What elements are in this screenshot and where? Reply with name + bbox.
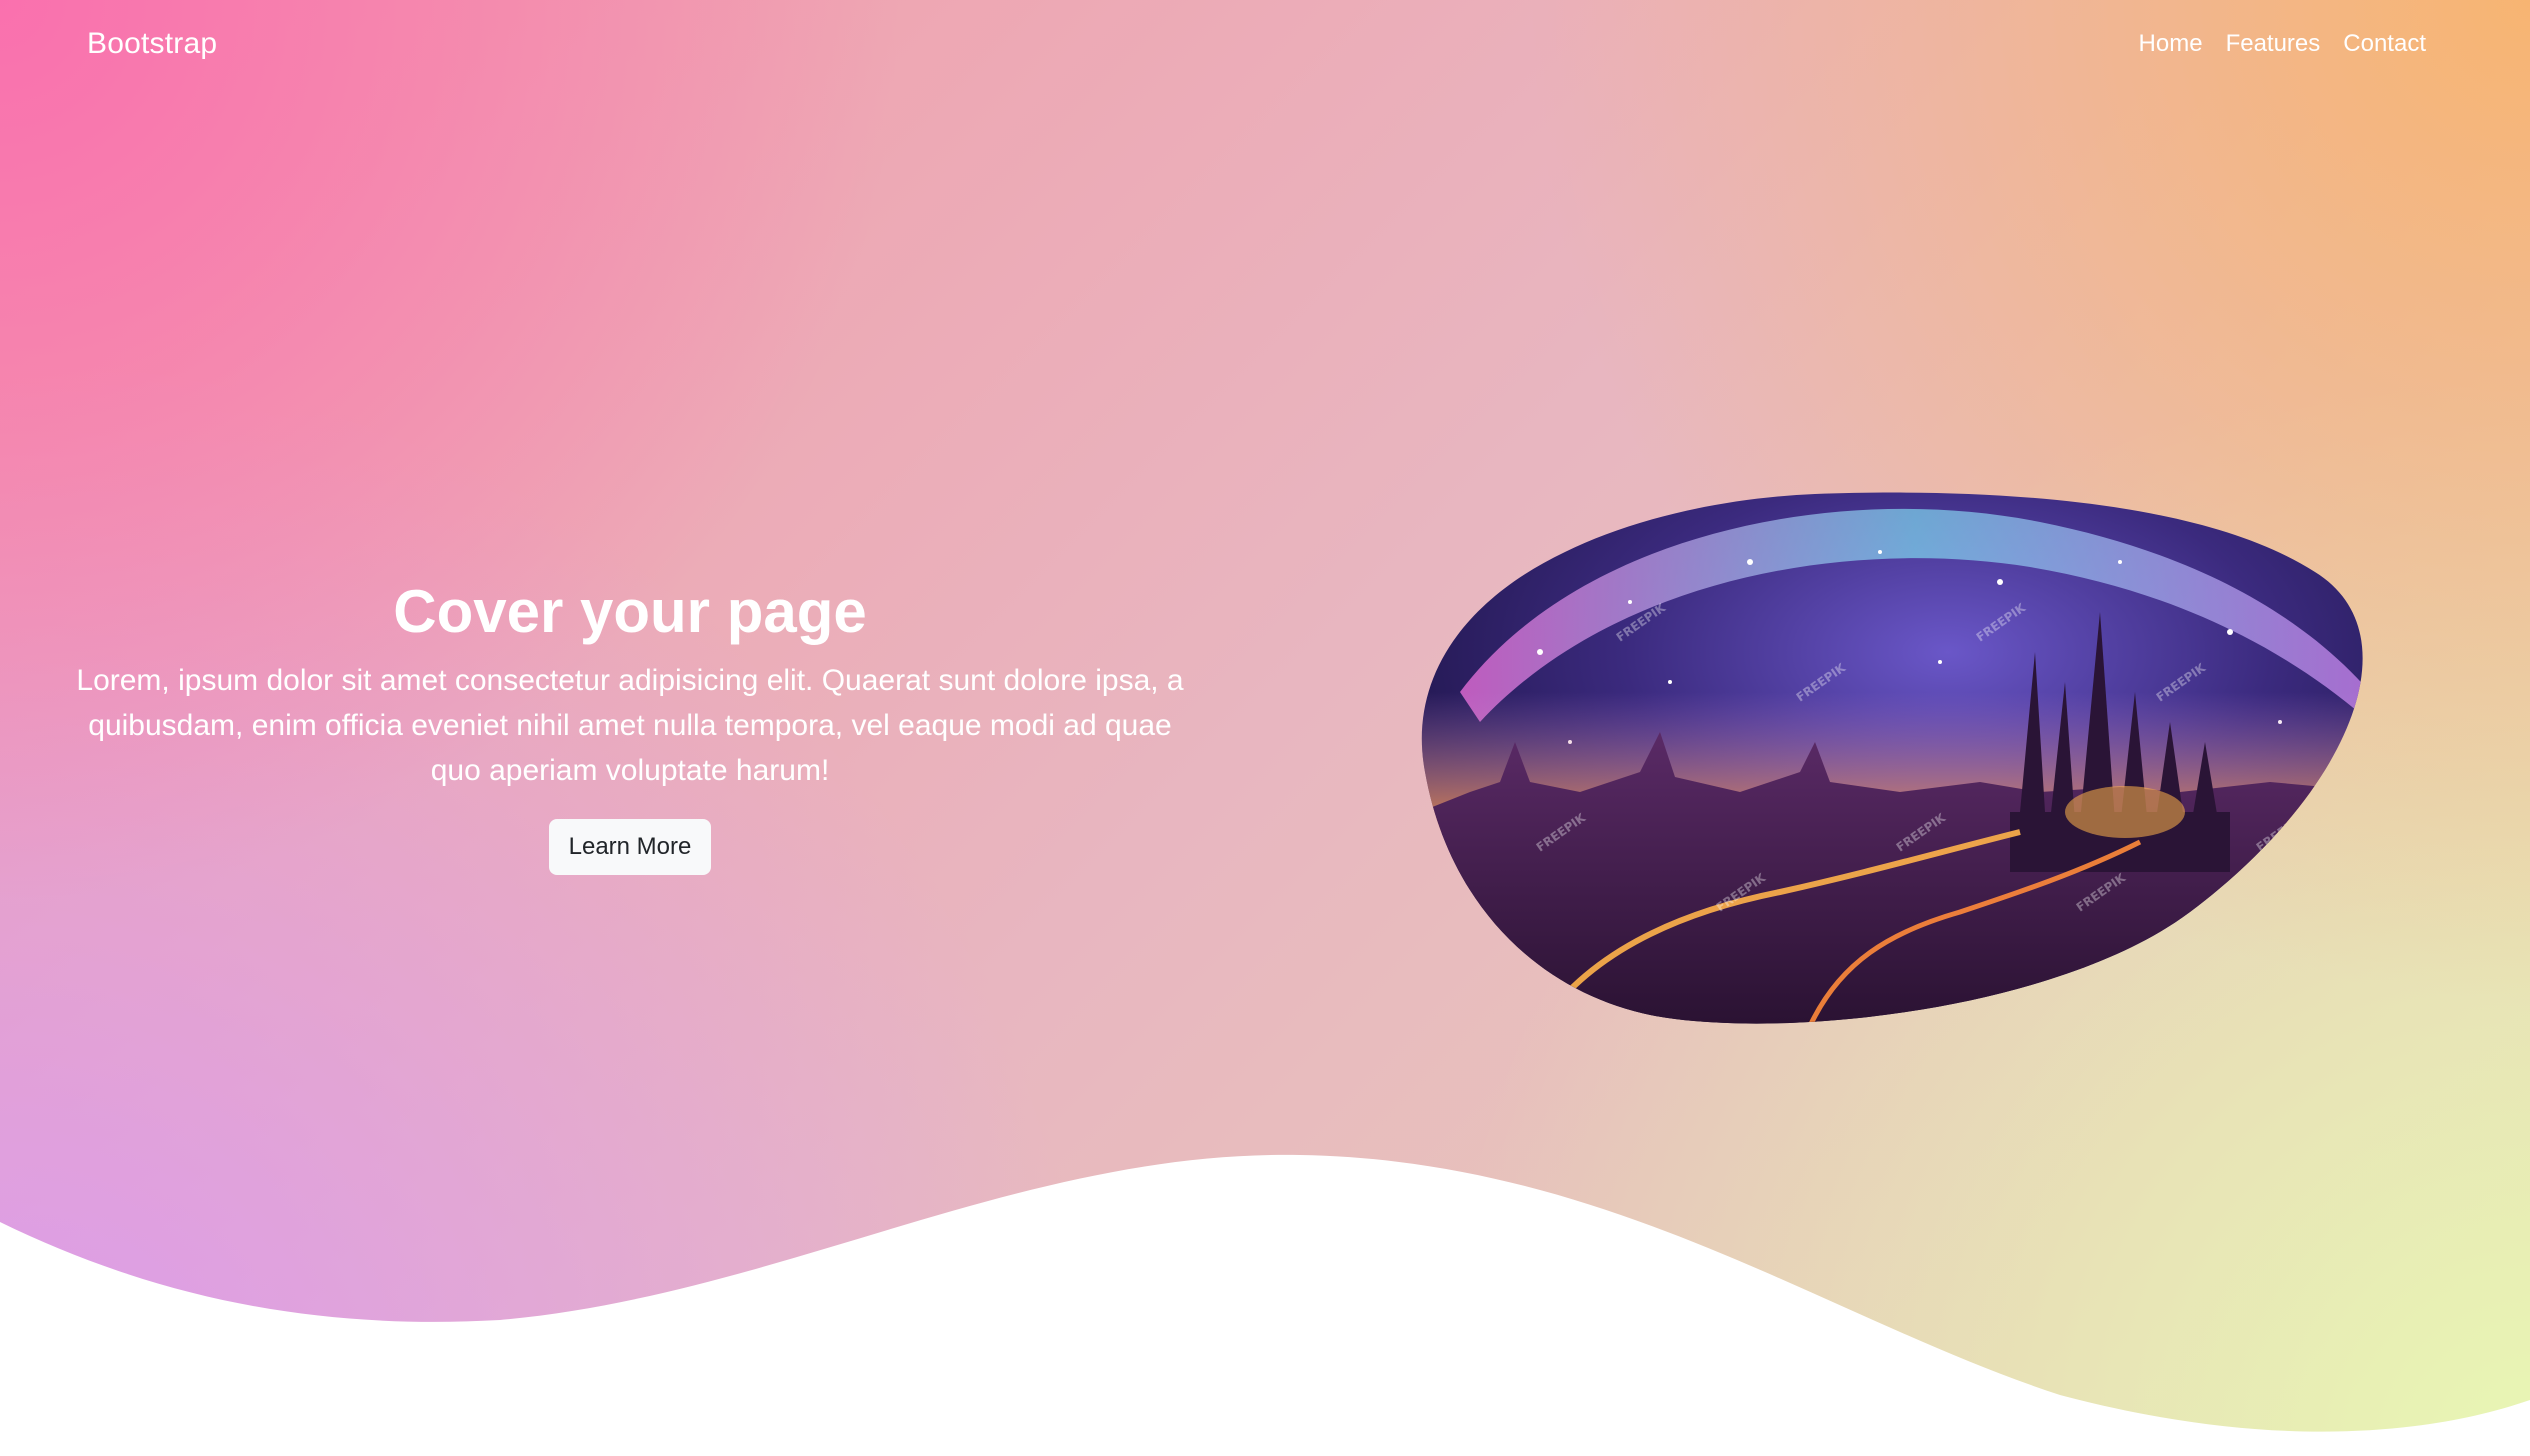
hero-text: Lorem, ipsum dolor sit amet consectetur … xyxy=(76,664,1184,787)
nav-link-home[interactable]: Home xyxy=(2139,28,2203,60)
nav-links: Home Features Contact xyxy=(2139,28,2426,60)
galaxy-landscape-image: FREEPIK FREEPIK FREEPIK FREEPIK FREEPIK … xyxy=(1421,492,2363,1024)
nav-link-features[interactable]: Features xyxy=(2226,28,2321,60)
hero-content: Cover your page Lorem, ipsum dolor sit a… xyxy=(60,572,1200,875)
brand-logo[interactable]: Bootstrap xyxy=(87,26,217,62)
nav-link-contact[interactable]: Contact xyxy=(2343,28,2426,60)
learn-more-button[interactable]: Learn More xyxy=(548,819,712,875)
hero-image: FREEPIK FREEPIK FREEPIK FREEPIK FREEPIK … xyxy=(1420,492,2380,1026)
hero-title: Cover your page xyxy=(393,578,867,645)
navbar: Bootstrap Home Features Contact xyxy=(0,0,2530,90)
